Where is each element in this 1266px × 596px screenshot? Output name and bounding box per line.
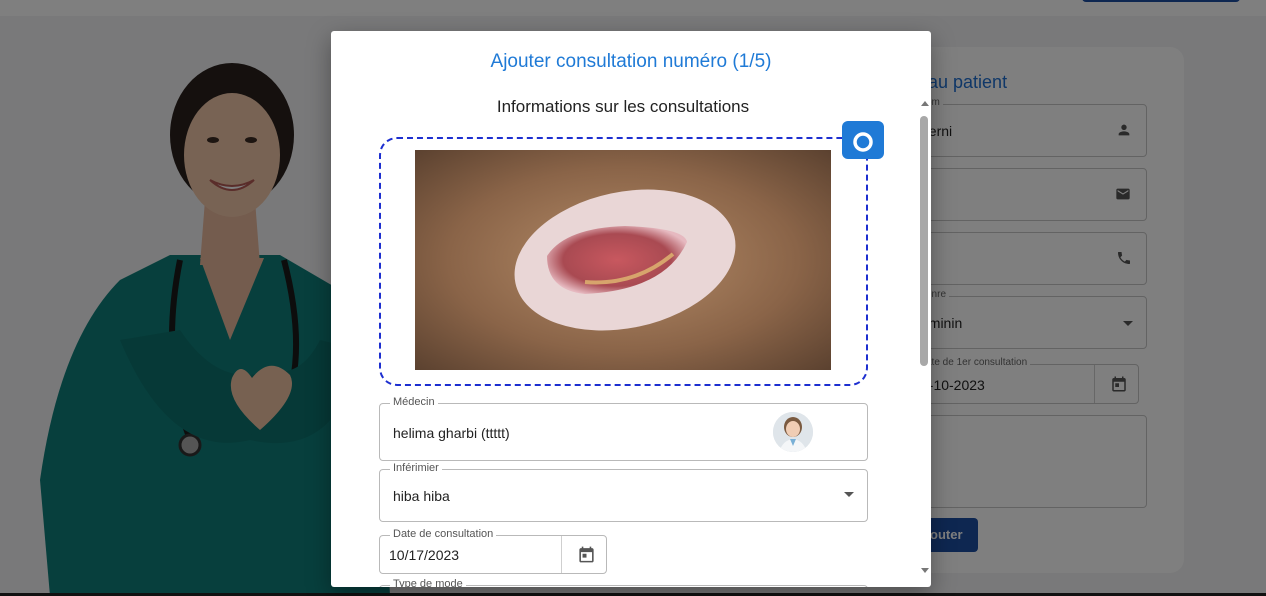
consultation-date-value: 10/17/2023 [389,547,460,563]
section-title: Informations sur les consultations [496,97,750,116]
consultation-date-label: Date de consultation [390,528,497,540]
consultation-date-field[interactable]: Date de consultation 10/17/2023 [379,528,607,574]
mode-select[interactable]: Type de mode [379,578,868,587]
nurse-select-label: Inférimier [390,462,442,474]
wound-photo [415,150,831,370]
add-consultation-dialog: Ajouter consultation numéro (1/5) Inform… [331,31,931,587]
camera-button[interactable] [842,121,884,159]
dialog-content: Informations sur les consultations Médec… [331,89,917,587]
nurse-select[interactable]: Inférimier hiba hiba [379,462,868,522]
calendar-icon[interactable] [577,545,596,564]
date-divider [561,536,562,573]
nurse-select-value: hiba hiba [393,488,450,504]
scroll-down-arrow-icon[interactable] [921,568,929,573]
camera-icon [846,126,880,155]
doctor-field[interactable]: Médecin helima gharbi (ttttt) [379,396,868,461]
dialog-title: Ajouter consultation numéro (1/5) [490,51,772,72]
dialog-scrollbar[interactable] [917,99,931,581]
scroll-up-arrow-icon[interactable] [921,101,929,106]
chevron-down-icon [844,492,854,497]
avatar [773,412,813,452]
doctor-field-value: helima gharbi (ttttt) [393,425,510,441]
doctor-field-label: Médecin [390,396,438,408]
mode-select-label: Type de mode [390,578,466,587]
scrollbar-thumb[interactable] [920,116,928,366]
doctor-avatar-icon [773,412,813,452]
